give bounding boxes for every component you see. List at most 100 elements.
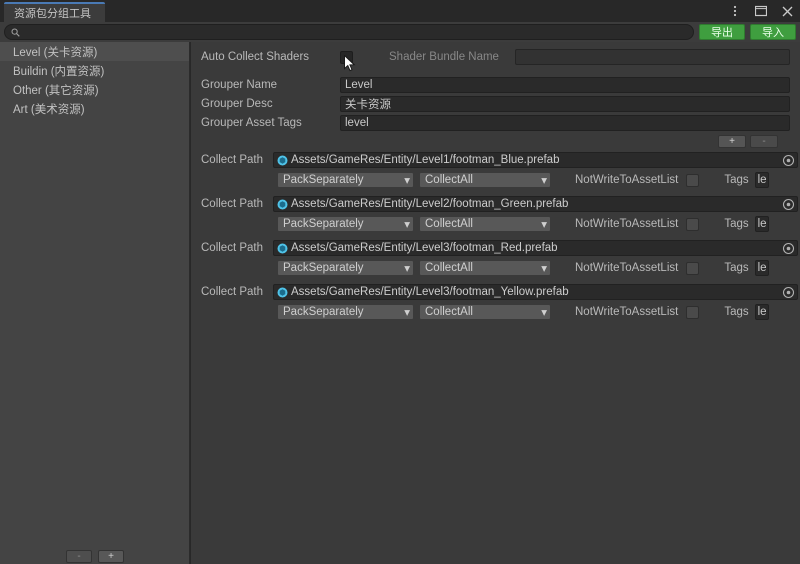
collect-rule-value: CollectAll	[425, 306, 473, 318]
not-write-to-asset-list-checkbox[interactable]	[686, 173, 700, 187]
collect-path-text: Assets/GameRes/Entity/Level1/footman_Blu…	[291, 154, 560, 166]
not-write-to-asset-list-checkbox[interactable]	[686, 261, 700, 275]
chevron-down-icon: ▾	[404, 175, 410, 187]
chevron-down-icon: ▾	[541, 219, 547, 231]
not-write-to-asset-list-checkbox[interactable]	[686, 217, 700, 231]
shader-bundle-name-label: Shader Bundle Name	[389, 51, 499, 63]
search-box[interactable]	[4, 24, 694, 40]
sidebar-item-level[interactable]: Level (关卡资源)	[0, 42, 189, 61]
search-icon	[11, 28, 20, 37]
toolbar: 导出 导入	[0, 22, 800, 42]
tags-input[interactable]: le	[754, 172, 769, 188]
not-write-to-asset-list-checkbox[interactable]	[686, 305, 700, 319]
pack-rule-dropdown[interactable]: PackSeparately ▾	[277, 260, 414, 276]
collect-path-row: Collect Path Assets/GameRes/Entity/Level…	[197, 151, 798, 189]
not-write-to-asset-list-label: NotWriteToAssetList	[575, 262, 679, 274]
add-grouper-button[interactable]: +	[98, 550, 124, 563]
collect-rule-dropdown[interactable]: CollectAll ▾	[419, 260, 551, 276]
prefab-icon	[277, 199, 288, 210]
shader-bundle-name-input[interactable]	[514, 49, 790, 65]
prefab-icon	[277, 155, 288, 166]
collect-path-label: Collect Path	[201, 242, 264, 254]
add-collector-button[interactable]: +	[718, 135, 746, 148]
prefab-icon	[277, 243, 288, 254]
tags-input[interactable]: le	[754, 304, 769, 320]
collect-path-text: Assets/GameRes/Entity/Level3/footman_Yel…	[291, 286, 569, 298]
title-bar: 资源包分组工具	[0, 0, 800, 22]
window-controls	[728, 0, 794, 22]
add-collector-label: +	[729, 135, 735, 147]
collect-path-row: Collect Path Assets/GameRes/Entity/Level…	[197, 239, 798, 277]
collect-path-label: Collect Path	[201, 154, 264, 166]
pack-rule-value: PackSeparately	[283, 174, 364, 186]
more-menu-icon[interactable]	[728, 4, 742, 18]
tags-label: Tags	[724, 218, 749, 230]
pack-rule-dropdown[interactable]: PackSeparately ▾	[277, 304, 414, 320]
pack-rule-dropdown[interactable]: PackSeparately ▾	[277, 216, 414, 232]
chevron-down-icon: ▾	[404, 307, 410, 319]
tags-label: Tags	[724, 174, 749, 186]
maximize-icon[interactable]	[754, 4, 768, 18]
collect-path-field[interactable]: Assets/GameRes/Entity/Level3/footman_Red…	[273, 240, 798, 256]
collect-rule-dropdown[interactable]: CollectAll ▾	[419, 304, 551, 320]
tab-asset-bundle-grouper[interactable]: 资源包分组工具	[4, 2, 105, 22]
collect-path-field[interactable]: Assets/GameRes/Entity/Level1/footman_Blu…	[273, 152, 798, 168]
grouper-desc-input[interactable]: 关卡资源	[340, 95, 790, 112]
close-icon[interactable]	[780, 4, 794, 18]
object-picker-icon[interactable]	[782, 286, 795, 299]
remove-grouper-button[interactable]: -	[66, 550, 92, 563]
grouper-asset-tags-input[interactable]: level	[340, 114, 790, 131]
sidebar-footer-buttons: - +	[0, 550, 190, 564]
pack-rule-dropdown[interactable]: PackSeparately ▾	[277, 172, 414, 188]
chevron-down-icon: ▾	[541, 307, 547, 319]
collect-rule-value: CollectAll	[425, 262, 473, 274]
object-picker-icon[interactable]	[782, 242, 795, 255]
collect-rule-dropdown[interactable]: CollectAll ▾	[419, 216, 551, 232]
sidebar-item-art[interactable]: Art (美术资源)	[0, 99, 189, 118]
pack-rule-value: PackSeparately	[283, 218, 364, 230]
tab-label: 资源包分组工具	[14, 8, 91, 20]
not-write-to-asset-list-label: NotWriteToAssetList	[575, 174, 679, 186]
mouse-cursor	[344, 54, 356, 73]
import-button-label: 导入	[762, 27, 784, 39]
collect-path-text: Assets/GameRes/Entity/Level3/footman_Red…	[291, 242, 558, 254]
grouper-asset-tags-row: Grouper Asset Tags level	[197, 113, 798, 132]
collect-path-label: Collect Path	[201, 198, 264, 210]
object-picker-icon[interactable]	[782, 154, 795, 167]
chevron-down-icon: ▾	[404, 263, 410, 275]
export-button[interactable]: 导出	[699, 24, 745, 40]
pack-rule-value: PackSeparately	[283, 306, 364, 318]
collect-path-field[interactable]: Assets/GameRes/Entity/Level3/footman_Yel…	[273, 284, 798, 300]
sidebar-item-other[interactable]: Other (其它资源)	[0, 80, 189, 99]
sidebar-item-label: Art (美术资源)	[13, 103, 85, 116]
collect-path-field[interactable]: Assets/GameRes/Entity/Level2/footman_Gre…	[273, 196, 798, 212]
collector-list-buttons: + -	[197, 135, 798, 148]
grouper-name-label: Grouper Name	[201, 78, 278, 91]
not-write-to-asset-list-label: NotWriteToAssetList	[575, 218, 679, 230]
search-input[interactable]	[24, 26, 687, 38]
import-button[interactable]: 导入	[750, 24, 796, 40]
grouper-desc-label: Grouper Desc	[201, 97, 273, 110]
collect-rule-dropdown[interactable]: CollectAll ▾	[419, 172, 551, 188]
tags-label: Tags	[724, 262, 749, 274]
collect-rule-value: CollectAll	[425, 174, 473, 186]
grouper-asset-tags-label: Grouper Asset Tags	[201, 116, 302, 129]
grouper-desc-row: Grouper Desc 关卡资源	[197, 94, 798, 113]
add-grouper-label: +	[108, 550, 114, 562]
tags-input[interactable]: le	[754, 216, 769, 232]
sidebar-item-label: Level (关卡资源)	[13, 46, 98, 59]
sidebar-item-buildin[interactable]: Buildin (内置资源)	[0, 61, 189, 80]
chevron-down-icon: ▾	[541, 175, 547, 187]
object-picker-icon[interactable]	[782, 198, 795, 211]
remove-collector-button[interactable]: -	[750, 135, 778, 148]
auto-collect-shaders-label: Auto Collect Shaders	[201, 51, 310, 63]
grouper-name-input[interactable]: Level	[340, 76, 790, 93]
chevron-down-icon: ▾	[404, 219, 410, 231]
sidebar-item-label: Other (其它资源)	[13, 84, 99, 97]
unity-editor-window: 资源包分组工具 导出 导入 Level (关卡资源) Buildin (内置资源…	[0, 0, 800, 564]
not-write-to-asset-list-label: NotWriteToAssetList	[575, 306, 679, 318]
remove-collector-label: -	[762, 135, 766, 147]
tags-label: Tags	[724, 306, 749, 318]
grouper-sidebar: Level (关卡资源) Buildin (内置资源) Other (其它资源)…	[0, 42, 190, 564]
tags-input[interactable]: le	[754, 260, 769, 276]
